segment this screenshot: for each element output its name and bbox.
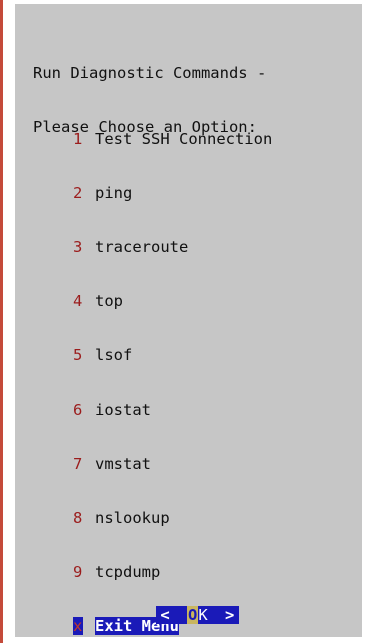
menu-item-lsof[interactable]: 5 lsof: [73, 346, 272, 364]
menu-item-tcpdump[interactable]: 9 tcpdump: [73, 563, 272, 581]
menu-item-label: vmstat: [95, 454, 151, 473]
window-left-border: [0, 0, 3, 643]
menu-item-key: 6: [73, 400, 83, 419]
terminal-screen: Run Diagnostic Commands - Please Choose …: [0, 0, 367, 643]
menu-item-label: ping: [95, 184, 133, 203]
menu-item-key: 3: [73, 238, 83, 257]
menu-item-ping[interactable]: 2 ping: [73, 184, 272, 202]
menu-item-label: Test SSH Connection: [95, 130, 273, 149]
menu-item-iostat[interactable]: 6 iostat: [73, 400, 272, 419]
prompt-line-1: Run Diagnostic Commands -: [33, 64, 267, 82]
right-arrow-icon[interactable]: >: [224, 606, 236, 624]
menu-item-vmstat[interactable]: 7 vmstat: [73, 455, 272, 473]
menu-item-nslookup[interactable]: 8 nslookup: [73, 509, 272, 527]
menu-item-label: top: [95, 292, 123, 311]
menu-item-key: 8: [73, 508, 83, 527]
menu-item-key: 9: [73, 562, 83, 581]
menu-dialog: Run Diagnostic Commands - Please Choose …: [15, 4, 362, 637]
menu-item-key: 2: [73, 184, 83, 203]
menu-item-label: iostat: [95, 400, 151, 419]
menu-item-test-ssh[interactable]: 1 Test SSH Connection: [73, 130, 272, 148]
ok-button-label: K: [198, 606, 208, 624]
menu-item-label: lsof: [95, 346, 133, 365]
menu-item-key: 5: [73, 346, 83, 365]
menu-item-label: nslookup: [95, 508, 170, 527]
menu-list: 1 Test SSH Connection 2 ping 3 tracerout…: [73, 94, 272, 643]
menu-item-top[interactable]: 4 top: [73, 292, 272, 310]
menu-item-traceroute[interactable]: 3 traceroute: [73, 238, 272, 256]
ok-button-hotkey: O: [187, 606, 199, 624]
menu-item-key: 4: [73, 292, 83, 311]
menu-item-label: tcpdump: [95, 562, 161, 581]
menu-item-key: 1: [73, 130, 83, 149]
menu-item-label: traceroute: [95, 238, 189, 257]
left-arrow-icon[interactable]: <: [159, 606, 171, 624]
menu-item-key: 7: [73, 454, 83, 473]
ok-button[interactable]: OK: [187, 606, 208, 624]
menu-item-key: x: [73, 616, 83, 635]
dialog-buttons: < OK >: [156, 606, 239, 624]
